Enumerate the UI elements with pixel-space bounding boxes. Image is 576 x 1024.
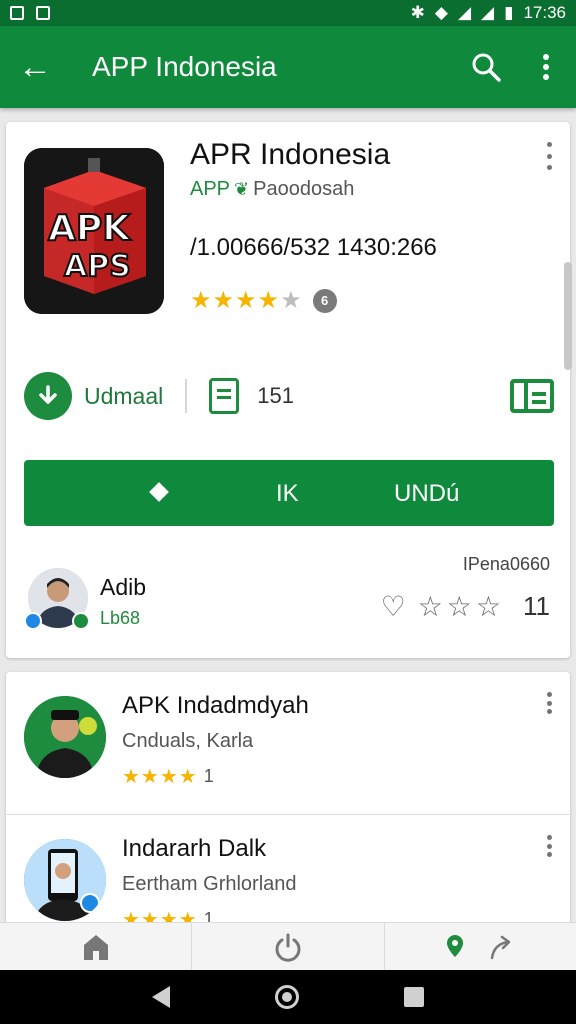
rating-stars: ★★★★★ — [190, 287, 303, 314]
power-icon — [275, 933, 301, 962]
search-icon — [472, 53, 501, 82]
menu-dot — [546, 692, 552, 697]
install-button[interactable]: IK UNDú — [24, 460, 554, 526]
reviewer-subtitle: Lb68 — [100, 608, 141, 628]
app-title: APR Indonesia — [190, 138, 391, 171]
location-pin-icon[interactable] — [444, 933, 466, 961]
list-item-menu-button[interactable] — [544, 835, 554, 857]
search-button[interactable] — [456, 26, 516, 108]
signal-icon: ◢ — [481, 3, 495, 22]
menu-dot — [546, 852, 552, 857]
card-menu-button[interactable] — [544, 142, 554, 170]
menu-dot — [546, 709, 552, 714]
review-score: 11 — [523, 591, 550, 621]
google-badge-icon — [24, 612, 42, 630]
status-left-icons — [10, 6, 50, 20]
system-back-icon[interactable] — [152, 986, 171, 1008]
list-item-title: APK Indadmdyah — [122, 692, 309, 719]
bottom-navigation — [0, 922, 576, 970]
verified-badge-icon — [72, 612, 90, 630]
app-version: /1.00666/532 1430:266 — [190, 234, 437, 261]
app-icon[interactable]: APK APS — [24, 148, 164, 314]
scrollbar[interactable] — [564, 262, 572, 370]
share-arrow-icon[interactable] — [486, 932, 516, 962]
leaf-icon: ❦ — [234, 179, 250, 199]
list-item-title: Indararh Dalk — [122, 835, 267, 862]
menu-dot — [546, 142, 552, 147]
menu-dot — [546, 153, 552, 159]
download-label[interactable]: Udmaal — [84, 383, 163, 410]
app-details-card: APK APS APR Indonesia APP ❦ Paoodosah /1.0… — [6, 122, 570, 658]
status-right-icons: ✱ ◆ ◢ ◢ ▮ 17:36 — [411, 3, 566, 23]
app-bar: ← APP Indonesia — [0, 26, 576, 108]
app-icon-text-bottom: APS — [64, 249, 131, 284]
phone-avatar-icon — [24, 839, 106, 921]
system-recents-icon[interactable] — [403, 987, 424, 1007]
action-row: Udmaal 151 — [24, 368, 554, 424]
list-item-subtitle: Eertham Grhlorland — [122, 873, 297, 895]
app-developer[interactable]: APP ❦ Paoodosah — [190, 178, 354, 201]
install-left-label: IK — [276, 480, 299, 507]
nav-power[interactable] — [191, 923, 383, 970]
list-icon[interactable] — [510, 379, 554, 413]
signal-icon: ◢ — [457, 3, 472, 22]
developer-name: Paoodosah — [253, 178, 355, 200]
arrow-left-icon: ← — [18, 47, 52, 86]
home-icon — [83, 934, 108, 960]
reviewer-name: Adib — [100, 574, 147, 600]
menu-dot — [546, 700, 552, 706]
heart-icon[interactable]: ♡ — [381, 590, 406, 623]
status-time: 17:36 — [523, 3, 566, 22]
review-count: 151 — [257, 383, 294, 408]
gallery-icon — [36, 6, 50, 20]
developer-prefix: APP — [190, 178, 231, 200]
list-item-menu-button[interactable] — [544, 692, 554, 714]
list-item[interactable]: APK Indadmdyah Cnduals, Karla ★★★★ 1 — [6, 672, 570, 814]
system-home-icon[interactable] — [274, 985, 299, 1009]
diamond-icon — [149, 482, 169, 502]
more-vert-icon — [543, 54, 549, 80]
nav-home[interactable] — [0, 923, 191, 970]
menu-dot — [546, 835, 552, 840]
divider — [185, 379, 188, 413]
list-item-avatar — [24, 696, 106, 778]
review-stars[interactable]: ☆☆☆ — [418, 590, 505, 623]
rating-count: 1 — [203, 766, 214, 786]
bluetooth-icon: ✱ — [410, 3, 425, 22]
review-icon[interactable] — [209, 378, 240, 414]
list-item-rating: ★★★★ 1 — [122, 764, 214, 789]
install-right-label: UNDú — [394, 480, 460, 507]
app-icon-text-top: APK — [48, 208, 131, 249]
nav-extras — [383, 923, 576, 970]
back-button[interactable]: ← — [0, 26, 70, 108]
more-button[interactable] — [516, 26, 576, 108]
app-logo-icon: APK APS — [24, 148, 164, 314]
list-item-subtitle: Cnduals, Karla — [122, 730, 254, 752]
download-arrow-icon — [39, 385, 57, 404]
review-header-label: IPena0660 — [462, 554, 550, 574]
menu-dot — [546, 843, 552, 849]
download-button[interactable] — [24, 372, 72, 420]
status-bar: ✱ ◆ ◢ ◢ ▮ 17:36 — [0, 0, 576, 26]
person-avatar-icon — [24, 696, 106, 778]
menu-dot — [546, 165, 552, 170]
rating-badge: 6 — [312, 288, 337, 313]
system-navigation — [0, 970, 576, 1024]
app-rating: ★★★★★ 6 — [190, 286, 337, 315]
rating-stars: ★★★★ — [122, 766, 198, 788]
wifi-icon: ◆ — [434, 3, 448, 22]
battery-icon: ▮ — [504, 3, 514, 22]
list-item-avatar — [24, 839, 106, 921]
app-bar-title: APP Indonesia — [92, 51, 277, 82]
notification-icon — [10, 6, 24, 20]
review-actions: ♡ ☆☆☆ 11 — [381, 590, 550, 623]
